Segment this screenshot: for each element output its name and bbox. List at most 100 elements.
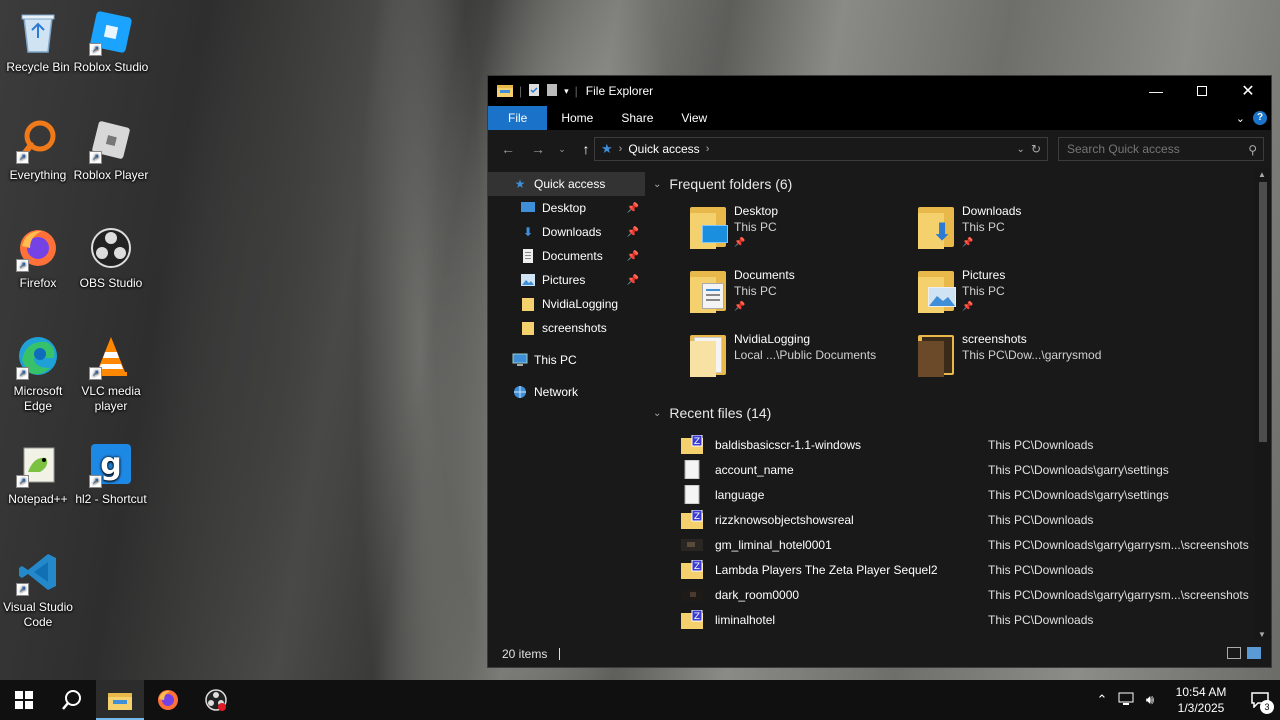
address-bar[interactable]: ★ › Quick access › ⌄ ↻: [594, 137, 1048, 161]
forward-button[interactable]: →: [526, 141, 550, 157]
table-row[interactable]: Z liminalhotel This PC\Downloads: [645, 607, 1271, 632]
folder-tile-nvidialogging[interactable]: NvidiaLogging Local ...\Public Documents: [688, 331, 908, 391]
shortcut-arrow-icon: ↗: [16, 151, 29, 164]
garrys-mod-icon: g ↗: [87, 440, 135, 488]
nav-item-nvidialogging[interactable]: NvidiaLogging: [488, 292, 645, 316]
quick-access-toolbar: | ▾ |: [488, 83, 578, 100]
properties-icon[interactable]: [528, 83, 540, 100]
show-hidden-icons-chevron-icon[interactable]: ⌃: [1090, 692, 1114, 708]
tab-view[interactable]: View: [667, 106, 721, 130]
start-button[interactable]: [0, 680, 48, 720]
search-icon[interactable]: ⚲: [1248, 143, 1257, 157]
chevron-down-icon: ⌄: [558, 143, 566, 154]
taskbar-file-explorer[interactable]: [96, 680, 144, 720]
title-bar[interactable]: | ▾ | File Explorer — ✕: [488, 76, 1271, 106]
desktop-folder-icon: [688, 203, 730, 249]
minimize-button[interactable]: —: [1133, 76, 1179, 106]
action-center-button[interactable]: 3: [1240, 680, 1280, 720]
folder-tile-desktop[interactable]: Desktop This PC 📌: [688, 203, 908, 263]
desktop-icon-hl2-shortcut[interactable]: g ↗ hl2 - Shortcut: [73, 440, 149, 507]
expand-ribbon-chevron-icon[interactable]: ⌄: [1236, 112, 1245, 125]
zip-folder-icon: Z: [681, 559, 703, 579]
table-row[interactable]: account_name This PC\Downloads\garry\set…: [645, 457, 1271, 482]
taskbar-firefox[interactable]: [144, 680, 192, 720]
recent-files-header[interactable]: ⌄ Recent files (14): [645, 400, 1271, 426]
downloads-folder-icon: ⬇: [916, 203, 958, 249]
scroll-up-icon[interactable]: ▲: [1258, 170, 1266, 179]
desktop-icon-vlc[interactable]: ↗ VLC media player: [73, 332, 149, 414]
details-view-icon[interactable]: [1227, 647, 1241, 659]
folder-tile-pictures[interactable]: Pictures This PC 📌: [916, 267, 1136, 327]
chevron-down-icon: ⌄: [653, 407, 662, 419]
table-row[interactable]: Z Lambda Players The Zeta Player Sequel2…: [645, 557, 1271, 582]
vscode-icon: ↗: [14, 548, 62, 596]
obs-studio-icon: [87, 224, 135, 272]
desktop-icon-obs-studio[interactable]: OBS Studio: [73, 224, 149, 291]
tab-file[interactable]: File: [488, 106, 548, 130]
frequent-folders-header[interactable]: ⌄ Frequent folders (6): [645, 171, 1271, 197]
network-status-icon[interactable]: [1114, 692, 1138, 709]
notification-badge: 3: [1260, 700, 1274, 714]
maximize-button[interactable]: [1179, 76, 1225, 106]
volume-icon[interactable]: 🔊︎: [1138, 692, 1162, 708]
breadcrumb-quick-access[interactable]: Quick access: [628, 142, 699, 156]
shortcut-arrow-icon: ↗: [16, 367, 29, 380]
nav-item-downloads[interactable]: ⬇ Downloads 📌: [488, 220, 645, 244]
recent-files-list: Z baldisbasicscr-1.1-windows This PC\Dow…: [645, 432, 1271, 632]
folder-tile-screenshots[interactable]: screenshots This PC\Dow...\garrysmod: [916, 331, 1136, 391]
clock[interactable]: 10:54 AM 1/3/2025: [1162, 684, 1240, 716]
vertical-scrollbar[interactable]: ▲ ▼: [1255, 168, 1271, 641]
table-row[interactable]: gm_liminal_hotel0001 This PC\Downloads\g…: [645, 532, 1271, 557]
zip-folder-icon: Z: [681, 434, 703, 454]
tab-share[interactable]: Share: [607, 106, 667, 130]
table-row[interactable]: language This PC\Downloads\garry\setting…: [645, 482, 1271, 507]
navigation-pane: ★ Quick access Desktop 📌 ⬇ Downloads 📌 D…: [488, 168, 645, 641]
nav-item-screenshots[interactable]: screenshots: [488, 316, 645, 340]
tab-home[interactable]: Home: [547, 106, 607, 130]
desktop-icon-vscode[interactable]: ↗ Visual Studio Code: [0, 548, 76, 630]
address-dropdown-icon[interactable]: ⌄: [1017, 144, 1025, 155]
folder-icon: [520, 321, 536, 335]
table-row[interactable]: Z rizzknowsobjectshowsreal This PC\Downl…: [645, 507, 1271, 532]
new-folder-icon[interactable]: [546, 83, 558, 100]
table-row[interactable]: dark_room0000 This PC\Downloads\garry\ga…: [645, 582, 1271, 607]
taskbar: ⌃ 🔊︎ 10:54 AM 1/3/2025 3: [0, 680, 1280, 720]
nav-item-quick-access[interactable]: ★ Quick access: [488, 172, 645, 196]
folder-tile-downloads[interactable]: ⬇ Downloads This PC 📌: [916, 203, 1136, 263]
scrollbar-thumb[interactable]: [1259, 182, 1267, 442]
back-button[interactable]: ←: [496, 141, 520, 157]
customize-toolbar-icon[interactable]: ▾: [564, 86, 569, 97]
desktop-icon-roblox-studio[interactable]: ↗ Roblox Studio: [73, 8, 149, 75]
refresh-icon[interactable]: ↻: [1031, 142, 1041, 156]
ribbon-right-controls: ⌄ ?: [1236, 106, 1267, 130]
nav-item-desktop[interactable]: Desktop 📌: [488, 196, 645, 220]
desktop-icon-roblox-player[interactable]: ↗ Roblox Player: [73, 116, 149, 183]
desktop-icon-notepad-plus-plus[interactable]: ↗ Notepad++: [0, 440, 76, 507]
nav-item-this-pc[interactable]: This PC: [488, 348, 645, 372]
table-row[interactable]: Z baldisbasicscr-1.1-windows This PC\Dow…: [645, 432, 1271, 457]
image-thumbnail-icon: [681, 535, 703, 554]
pictures-folder-icon: [916, 267, 958, 313]
taskbar-obs-studio[interactable]: [192, 680, 240, 720]
nav-item-network[interactable]: Network: [488, 380, 645, 404]
desktop-icon-recycle-bin[interactable]: Recycle Bin: [0, 8, 76, 75]
desktop-icon-firefox[interactable]: ↗ Firefox: [0, 224, 76, 291]
desktop-icon-edge[interactable]: ↗ Microsoft Edge: [0, 332, 76, 414]
window-title: File Explorer: [585, 84, 654, 98]
close-button[interactable]: ✕: [1225, 76, 1271, 106]
everything-search-icon: ↗: [14, 116, 62, 164]
scroll-down-icon[interactable]: ▼: [1258, 630, 1266, 639]
image-thumbnail-icon: [681, 585, 703, 604]
help-icon[interactable]: ?: [1253, 111, 1267, 125]
item-count: 20 items: [502, 646, 548, 661]
download-arrow-icon: ⬇: [522, 225, 534, 239]
nav-item-pictures[interactable]: Pictures 📌: [488, 268, 645, 292]
status-divider: [559, 647, 561, 660]
desktop-icon-everything[interactable]: ↗ Everything: [0, 116, 76, 183]
nav-item-documents[interactable]: Documents 📌: [488, 244, 645, 268]
folder-tile-documents[interactable]: Documents This PC 📌: [688, 267, 908, 327]
large-icons-view-icon[interactable]: [1247, 647, 1261, 659]
recent-locations-button[interactable]: ⌄: [550, 144, 574, 155]
search-input[interactable]: [1058, 137, 1264, 161]
search-button[interactable]: [48, 680, 96, 720]
